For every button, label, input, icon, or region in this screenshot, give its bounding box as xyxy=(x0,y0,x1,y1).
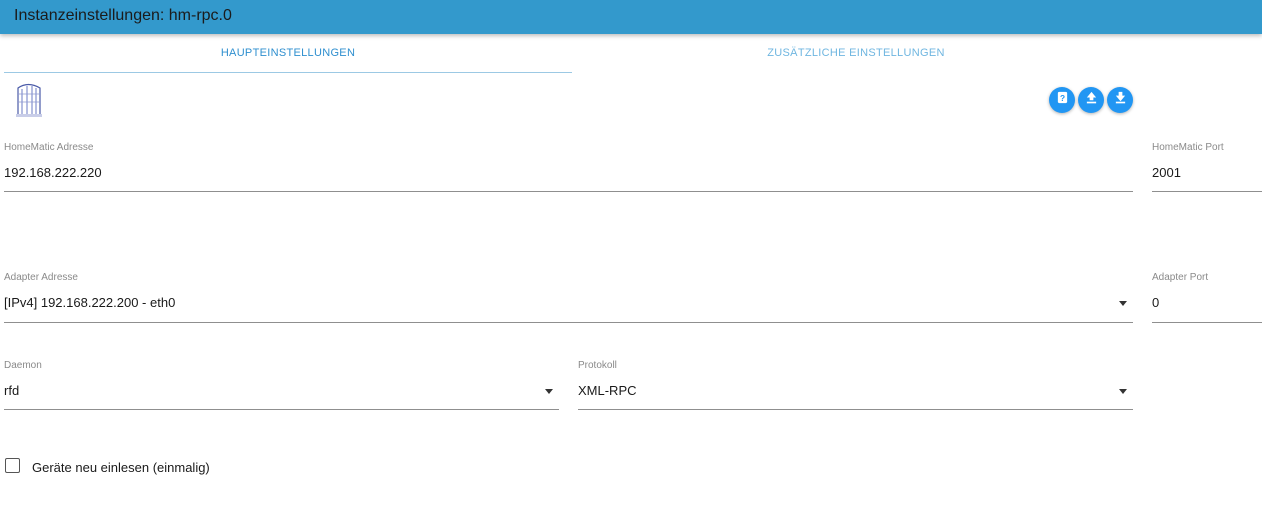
homematic-address-label: HomeMatic Adresse xyxy=(4,142,94,153)
help-button[interactable]: ? xyxy=(1049,87,1075,113)
reload-devices-checkbox[interactable] xyxy=(5,458,20,473)
homematic-port-label: HomeMatic Port xyxy=(1152,142,1224,153)
field-underline xyxy=(578,409,1133,410)
help-icon: ? xyxy=(1056,91,1069,109)
homematic-address-input[interactable]: 192.168.222.220 xyxy=(4,165,102,180)
field-underline xyxy=(4,191,1133,192)
protocol-select[interactable]: Protokoll XML-RPC xyxy=(578,360,1133,410)
daemon-value[interactable]: rfd xyxy=(4,383,19,398)
protocol-label: Protokoll xyxy=(578,360,617,371)
adapter-address-value[interactable]: [IPv4] 192.168.222.200 - eth0 xyxy=(4,295,175,310)
homematic-port-input[interactable]: 2001 xyxy=(1152,165,1181,180)
adapter-port-label: Adapter Port xyxy=(1152,272,1209,283)
download-icon xyxy=(1114,91,1127,109)
adapter-port-field[interactable]: Adapter Port 0 xyxy=(1152,272,1262,323)
field-underline xyxy=(1152,322,1262,323)
field-underline xyxy=(4,409,559,410)
upload-button[interactable] xyxy=(1078,87,1104,113)
adapter-port-input[interactable]: 0 xyxy=(1152,295,1159,310)
dropdown-arrow-icon[interactable] xyxy=(545,389,553,394)
dropdown-arrow-icon[interactable] xyxy=(1119,301,1127,306)
daemon-label: Daemon xyxy=(4,360,42,371)
window-title: Instanzeinstellungen: hm-rpc.0 xyxy=(14,7,232,24)
daemon-select[interactable]: Daemon rfd xyxy=(4,360,559,410)
svg-text:?: ? xyxy=(1059,93,1064,103)
download-button[interactable] xyxy=(1107,87,1133,113)
dropdown-arrow-icon[interactable] xyxy=(1119,389,1127,394)
tab-additional-settings[interactable]: ZUSÄTZLICHE EINSTELLUNGEN xyxy=(572,47,1140,59)
field-underline xyxy=(1152,191,1262,192)
homematic-logo xyxy=(14,80,44,118)
active-tab-indicator xyxy=(4,72,572,73)
adapter-address-select[interactable]: Adapter Adresse [IPv4] 192.168.222.200 -… xyxy=(4,272,1133,323)
field-underline xyxy=(4,322,1133,323)
homematic-address-field[interactable]: HomeMatic Adresse 192.168.222.220 xyxy=(4,142,1133,192)
adapter-address-label: Adapter Adresse xyxy=(4,272,78,283)
homematic-port-field[interactable]: HomeMatic Port 2001 xyxy=(1152,142,1262,192)
protocol-value[interactable]: XML-RPC xyxy=(578,383,637,398)
reload-devices-label[interactable]: Geräte neu einlesen (einmalig) xyxy=(32,460,210,475)
upload-icon xyxy=(1085,91,1098,109)
title-bar: Instanzeinstellungen: hm-rpc.0 xyxy=(0,0,1262,34)
tab-main-settings[interactable]: HAUPTEINSTELLUNGEN xyxy=(4,47,572,59)
